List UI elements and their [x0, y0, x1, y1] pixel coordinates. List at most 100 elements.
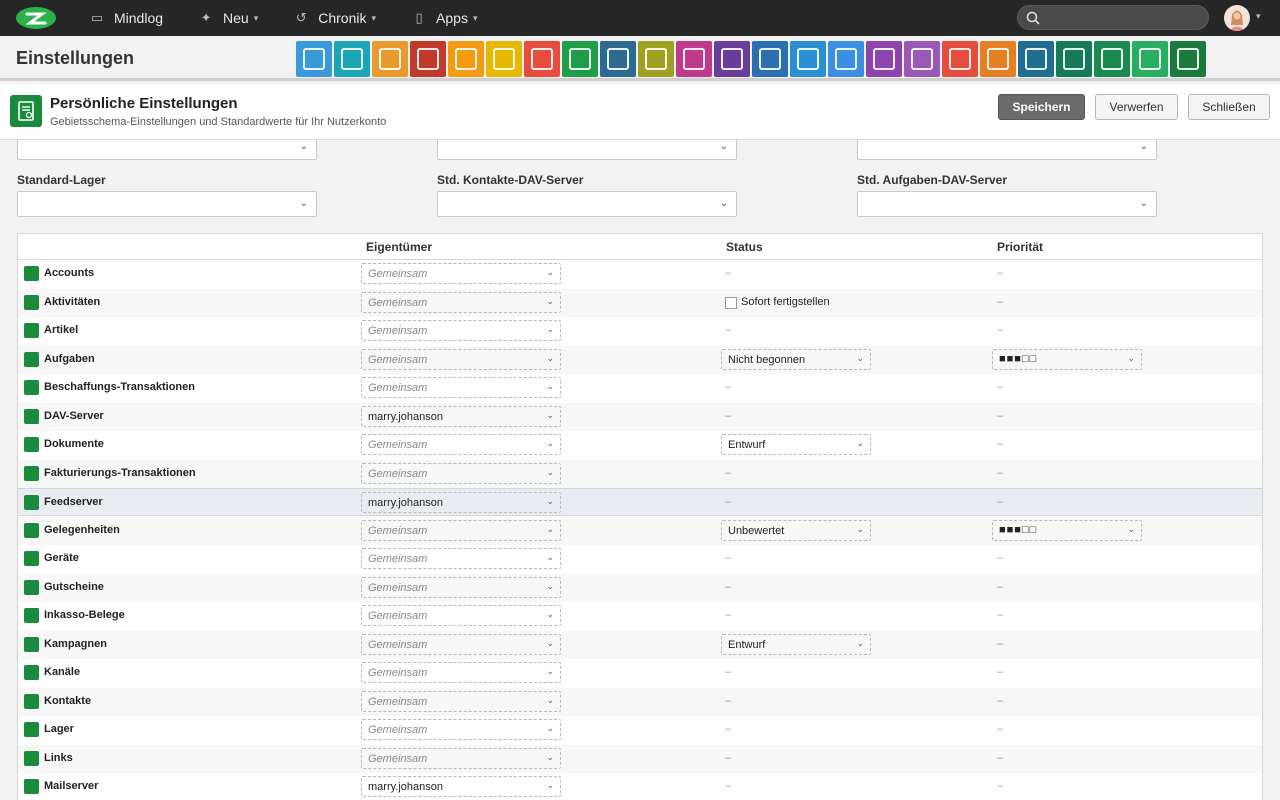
notes-app-icon[interactable] [562, 41, 598, 77]
row-entity-icon [24, 636, 39, 652]
select-field-upper-2[interactable]: ⌄ [437, 140, 737, 160]
discard-button[interactable]: Verwerfen [1095, 94, 1178, 120]
owner-select[interactable]: Gemeinsam ⌄ [361, 605, 561, 626]
owner-select[interactable]: marry.johanson ⌄ [361, 492, 561, 513]
owner-value: Gemeinsam [368, 553, 428, 565]
owner-select[interactable]: Gemeinsam ⌄ [361, 662, 561, 683]
document-app-icon[interactable] [638, 41, 674, 77]
owner-select[interactable]: Gemeinsam ⌄ [361, 291, 561, 313]
tablet-icon: ▯ [415, 10, 423, 25]
select-field-upper-1[interactable]: ⌄ [17, 140, 317, 160]
priority-empty: – [997, 409, 1004, 422]
tasks-app-icon[interactable] [486, 41, 522, 77]
owner-value: marry.johanson [368, 410, 443, 423]
voucher-app-icon[interactable] [1132, 41, 1168, 77]
download-app-icon[interactable] [1018, 41, 1054, 77]
settings-panel-header: Persönliche Einstellungen Gebietsschema-… [0, 84, 1280, 140]
chevron-down-icon: ⌄ [546, 523, 554, 534]
nav-chronik[interactable]: ↺ Chronik ▾ [292, 10, 376, 26]
search-input[interactable] [1017, 5, 1209, 30]
cart-app-icon[interactable] [1056, 41, 1092, 77]
coins-app-icon[interactable] [1094, 41, 1130, 77]
select-field-upper-3[interactable]: ⌄ [857, 140, 1157, 160]
nav-brand[interactable]: ▭ Mindlog [88, 10, 163, 26]
truck-app-icon[interactable] [752, 41, 788, 77]
owner-select[interactable]: marry.johanson ⌄ [361, 776, 561, 797]
owner-select[interactable]: Gemeinsam ⌄ [361, 462, 561, 484]
contacts-dav-select[interactable]: ⌄ [437, 191, 737, 217]
priority-empty: – [997, 324, 1004, 336]
cashier-app-icon[interactable] [676, 41, 712, 77]
contract-app-icon[interactable] [866, 41, 902, 77]
database-app-icon[interactable] [1170, 41, 1206, 77]
owner-select[interactable]: Gemeinsam ⌄ [361, 747, 561, 769]
page-header: Einstellungen [0, 36, 1280, 81]
handshake-app-icon[interactable] [904, 41, 940, 77]
row-entity-icon [24, 465, 39, 481]
status-empty: – [725, 609, 732, 621]
chevron-down-icon: ⌄ [546, 609, 554, 619]
owner-select[interactable]: Gemeinsam ⌄ [361, 548, 561, 569]
chevron-down-icon: ⌄ [546, 381, 554, 391]
moneybag-app-icon[interactable] [828, 41, 864, 77]
chevron-down-icon: ⌄ [546, 723, 554, 733]
owner-select[interactable]: Gemeinsam ⌄ [361, 519, 561, 541]
priority-empty: – [997, 609, 1004, 621]
owner-select[interactable]: Gemeinsam ⌄ [361, 690, 561, 712]
avatar[interactable] [1224, 5, 1250, 31]
chevron-down-icon: ⌄ [546, 580, 554, 591]
owner-select[interactable]: Gemeinsam ⌄ [361, 434, 561, 455]
status-select[interactable]: Entwurf ⌄ [721, 633, 871, 655]
nav-apps[interactable]: ▯ Apps ▾ [410, 10, 477, 26]
nav-neu[interactable]: ✦ Neu ▾ [197, 10, 259, 26]
chevron-down-icon: ⌄ [546, 637, 554, 648]
dollar-app-icon[interactable] [714, 41, 750, 77]
inbox-app-icon[interactable] [524, 41, 560, 77]
chevron-down-icon: ⌄ [1127, 523, 1135, 534]
status-select[interactable]: Unbewertet ⌄ [721, 519, 871, 541]
calendar-app-icon[interactable] [410, 41, 446, 77]
bookmark-glyph-icon [607, 48, 629, 70]
priority-select[interactable]: ■■■□□ ⌄ [992, 348, 1142, 370]
priority-empty: – [997, 295, 1004, 308]
timer-app-icon[interactable] [448, 41, 484, 77]
recycle-app-icon[interactable] [790, 41, 826, 77]
owner-select[interactable]: Gemeinsam ⌄ [361, 719, 561, 740]
chevron-down-icon: ⌄ [546, 324, 554, 334]
nav-label-apps: Apps [436, 10, 468, 26]
table-row: Links Gemeinsam ⌄ – – [18, 744, 1262, 773]
status-value: Entwurf [728, 439, 766, 451]
download-glyph-icon [1025, 48, 1047, 70]
invoice-app-icon[interactable] [942, 41, 978, 77]
save-button[interactable]: Speichern [998, 94, 1085, 120]
owner-select[interactable]: Gemeinsam ⌄ [361, 377, 561, 398]
page-title: Einstellungen [16, 48, 135, 68]
contacts-app-icon[interactable] [372, 41, 408, 77]
owner-select[interactable]: Gemeinsam ⌄ [361, 320, 561, 341]
row-name: Beschaffungs-Transaktionen [44, 381, 195, 393]
owner-select[interactable]: Gemeinsam ⌄ [361, 348, 561, 370]
status-select[interactable]: Nicht begonnen ⌄ [721, 348, 871, 370]
chevron-down-icon: ⌄ [856, 637, 864, 648]
owner-select[interactable]: Gemeinsam ⌄ [361, 633, 561, 655]
chevron-down-icon[interactable]: ▾ [1256, 11, 1261, 22]
priority-empty: – [997, 496, 1004, 508]
broadcast-app-icon[interactable] [980, 41, 1016, 77]
chevron-down-icon: ⌄ [1139, 141, 1148, 152]
owner-select[interactable]: marry.johanson ⌄ [361, 405, 561, 427]
priority-select[interactable]: ■■■□□ ⌄ [992, 519, 1142, 541]
status-select[interactable]: Entwurf ⌄ [721, 434, 871, 455]
complete-immediately-checkbox[interactable] [725, 296, 737, 309]
standard-lager-select[interactable]: ⌄ [17, 191, 317, 217]
tasks-dav-select[interactable]: ⌄ [857, 191, 1157, 217]
logo-icon[interactable] [14, 5, 58, 31]
bookmark-app-icon[interactable] [600, 41, 636, 77]
mail-app-icon[interactable] [296, 41, 332, 77]
owner-select[interactable]: Gemeinsam ⌄ [361, 263, 561, 284]
owner-select[interactable]: Gemeinsam ⌄ [361, 576, 561, 598]
table-row: Gelegenheiten Gemeinsam ⌄ Unbewertet ⌄ ■■■□□ ⌄ [18, 516, 1262, 545]
close-button[interactable]: Schließen [1188, 94, 1270, 120]
row-entity-icon [24, 579, 39, 595]
email-app-icon[interactable] [334, 41, 370, 77]
row-name: Aufgaben [44, 352, 95, 365]
